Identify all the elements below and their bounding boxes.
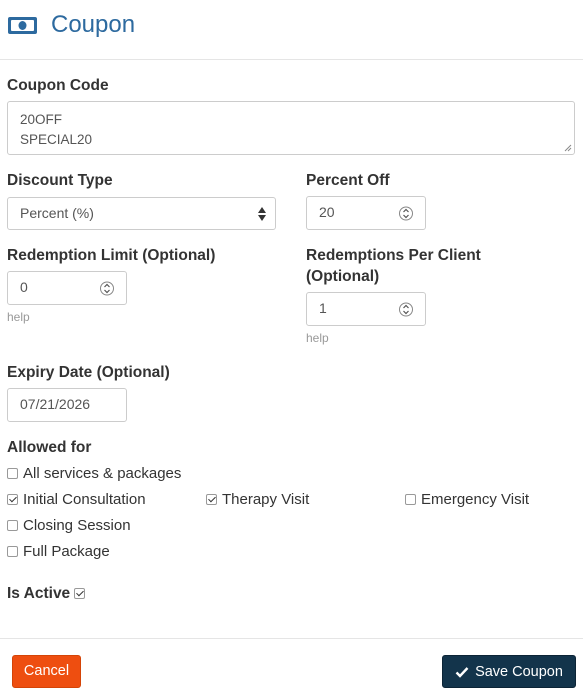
allowed-closing-session-checkbox[interactable]: Closing Session [7,517,131,534]
checkbox-label: All services & packages [23,465,182,482]
expiry-date-input[interactable]: 07/21/2026 [7,388,127,422]
checkbox-box[interactable] [7,546,18,557]
allowed-for-label: Allowed for [7,439,92,456]
spinner-icon[interactable] [399,301,413,318]
resize-grip-icon[interactable] [564,144,572,152]
money-bill-icon [8,17,37,34]
allowed-therapy-visit-checkbox[interactable]: Therapy Visit [206,491,309,508]
modal-header: Coupon [0,0,583,60]
discount-type-select[interactable]: Percent (%) [7,197,276,230]
save-coupon-button[interactable]: Save Coupon [442,655,576,688]
checkbox-box[interactable] [7,468,18,479]
coupon-code-textarea[interactable]: 20OFF SPECIAL20 [7,101,575,155]
redemption-limit-input[interactable]: 0 [7,271,127,305]
percent-off-value: 20 [319,204,335,220]
coupon-code-line: SPECIAL20 [20,132,93,147]
cancel-button[interactable]: Cancel [12,655,81,688]
redemption-limit-value: 0 [20,279,28,295]
checkbox-box[interactable] [7,520,18,531]
allowed-emergency-visit-checkbox[interactable]: Emergency Visit [405,491,529,508]
spinner-icon[interactable] [399,205,413,222]
percent-off-label: Percent Off [306,172,390,189]
discount-type-value: Percent (%) [20,205,94,221]
checkbox-box[interactable] [405,494,416,505]
expiry-date-label: Expiry Date (Optional) [7,364,170,381]
checkbox-box[interactable] [7,494,18,505]
checkmark-icon [455,666,469,678]
is-active-checkbox[interactable] [74,588,86,599]
redemptions-per-client-label-line: (Optional) [306,268,380,285]
checkbox-label: Full Package [23,543,110,560]
is-active-label: Is Active [7,585,71,602]
checkbox-label: Closing Session [23,517,131,534]
redemptions-per-client-help: help [306,331,329,345]
redemptions-per-client-label-line: Redemptions Per Client [306,247,481,264]
checkbox-box[interactable] [206,494,217,505]
percent-off-input[interactable]: 20 [306,196,426,230]
redemptions-per-client-value: 1 [319,300,327,316]
select-arrows-icon [258,207,266,221]
allowed-full-package-checkbox[interactable]: Full Package [7,543,110,560]
modal-title: Coupon [51,11,136,38]
is-active-field: Is Active [7,583,90,604]
coupon-code-label: Coupon Code [7,77,109,94]
redemptions-per-client-input[interactable]: 1 [306,292,426,326]
save-coupon-label: Save Coupon [475,663,563,680]
discount-type-label: Discount Type [7,172,113,189]
redemption-limit-help: help [7,310,30,324]
checkbox-label: Initial Consultation [23,491,146,508]
expiry-date-value: 07/21/2026 [20,396,91,412]
allowed-initial-consultation-checkbox[interactable]: Initial Consultation [7,491,146,508]
redemption-limit-label: Redemption Limit (Optional) [7,247,216,264]
checkbox-label: Emergency Visit [421,491,530,508]
allowed-all-services-checkbox[interactable]: All services & packages [7,465,181,482]
redemptions-per-client-label: Redemptions Per Client (Optional) [306,245,481,287]
coupon-code-line: 20OFF [20,112,63,127]
checkbox-label: Therapy Visit [222,491,310,508]
spinner-icon[interactable] [100,280,114,297]
